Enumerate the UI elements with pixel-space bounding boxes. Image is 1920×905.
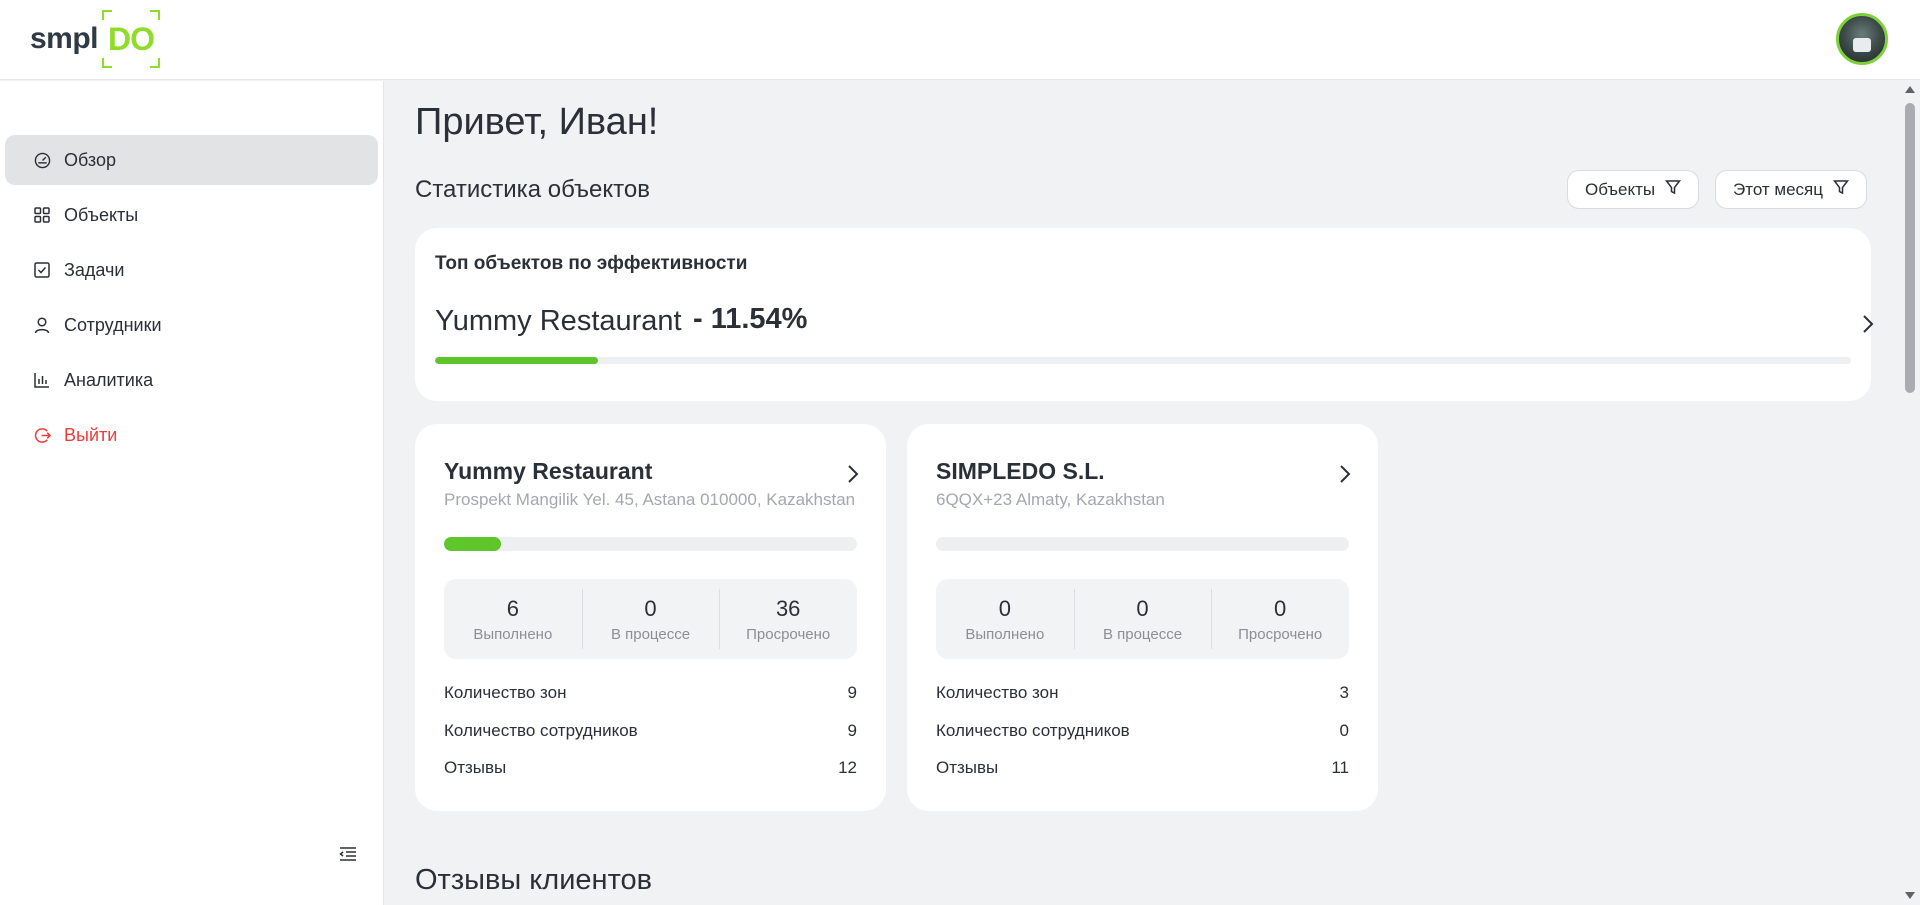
stat-done: 0 Выполнено: [965, 595, 1045, 643]
sidebar-item-tasks[interactable]: Задачи: [5, 245, 378, 295]
object-card[interactable]: Yummy Restaurant Prospekt Mangilik Yel. …: [415, 424, 886, 811]
info-row-zones: Количество зон 3: [936, 683, 1349, 702]
logo-text: smpl: [30, 22, 99, 55]
dashboard-icon: [33, 151, 51, 169]
top-object-percent: - 11.54%: [693, 303, 808, 335]
sidebar-item-analytics[interactable]: Аналитика: [5, 355, 378, 405]
sidebar-item-label: Задачи: [64, 259, 125, 280]
filter-label: Объекты: [1585, 179, 1656, 199]
object-title: SIMPLEDO S.L.: [936, 458, 1105, 484]
task-stats: 0 Выполнено 0В процессе 0 Просрочено: [936, 579, 1349, 659]
info-row-employees: Количество сотрудников 0: [936, 721, 1349, 740]
checkbox-icon: [33, 261, 51, 279]
object-progress: [444, 537, 857, 551]
logout-icon: [33, 426, 51, 444]
info-row-zones: Количество зон 9: [444, 683, 857, 702]
grid-icon: [33, 206, 51, 224]
object-address: Prospekt Mangilik Yel. 45, Astana 010000…: [444, 490, 856, 509]
filter-label: Этот месяц: [1733, 179, 1823, 199]
sidebar-item-objects[interactable]: Объекты: [5, 190, 378, 240]
user-icon: [33, 316, 51, 334]
logo-accent-text: DO: [108, 20, 155, 57]
filter-icon: [1665, 179, 1682, 200]
object-card[interactable]: SIMPLEDO S.L. 6QQX+23 Almaty, Kazakhstan…: [907, 424, 1378, 811]
scrollbar-thumb[interactable]: [1905, 103, 1915, 393]
page-greeting: Привет, Иван!: [415, 101, 659, 143]
sidebar-item-label: Выйти: [64, 424, 118, 445]
sidebar-item-logout[interactable]: Выйти: [5, 410, 378, 460]
top-object-name: Yummy Restaurant: [435, 305, 682, 337]
sidebar-item-label: Аналитика: [64, 369, 154, 390]
object-title: Yummy Restaurant: [444, 458, 653, 484]
collapse-sidebar-icon[interactable]: [339, 846, 359, 866]
objects-filter-button[interactable]: Объекты: [1567, 170, 1700, 209]
sidebar: Обзор Объекты Задачи Сотрудники Аналитик…: [0, 81, 384, 905]
info-row-reviews: Отзывы 11: [936, 758, 1349, 777]
sidebar-item-label: Сотрудники: [64, 314, 162, 335]
top-efficiency-card: Топ объектов по эффективности Yummy Rest…: [415, 228, 1874, 401]
period-filter-button[interactable]: Этот месяц: [1715, 170, 1867, 209]
chevron-right-icon[interactable]: [1862, 314, 1874, 339]
object-progress: [936, 537, 1349, 551]
page-scrollbar[interactable]: [1900, 81, 1920, 905]
scroll-down-icon[interactable]: [1905, 892, 1915, 899]
top-bar: smpl DO: [0, 0, 1920, 80]
app-logo[interactable]: smpl DO: [30, 10, 160, 68]
info-row-employees: Количество сотрудников 9: [444, 721, 857, 740]
stat-overdue: 0 Просрочено: [1211, 579, 1349, 659]
stat-done: 6 Выполнено: [473, 595, 553, 643]
scroll-up-icon[interactable]: [1905, 86, 1915, 93]
top-object-progress: [435, 357, 1851, 364]
stat-in-progress: 0В процессе: [581, 579, 720, 659]
sidebar-item-overview[interactable]: Обзор: [5, 135, 378, 185]
bar-chart-icon: [33, 371, 51, 389]
stats-section-title: Статистика объектов: [415, 176, 650, 203]
stat-overdue: 36 Просрочено: [719, 579, 857, 659]
chevron-right-icon[interactable]: [847, 464, 859, 489]
info-row-reviews: Отзывы 12: [444, 758, 857, 777]
sidebar-item-employees[interactable]: Сотрудники: [5, 300, 378, 350]
logo-accent-frame: DO: [102, 10, 160, 68]
task-stats: 6 Выполнено 0В процессе 36 Просрочено: [444, 579, 857, 659]
sidebar-item-label: Объекты: [64, 204, 139, 225]
main-content: Привет, Иван! Статистика объектов Объект…: [385, 81, 1900, 905]
reviews-section-title: Отзывы клиентов: [415, 864, 653, 896]
sidebar-item-label: Обзор: [64, 149, 116, 170]
user-avatar[interactable]: [1836, 13, 1888, 65]
object-address: 6QQX+23 Almaty, Kazakhstan: [936, 490, 1165, 509]
stat-in-progress: 0В процессе: [1073, 579, 1212, 659]
filter-icon: [1832, 179, 1850, 200]
top-card-label: Топ объектов по эффективности: [435, 253, 748, 274]
chevron-right-icon[interactable]: [1339, 464, 1351, 489]
